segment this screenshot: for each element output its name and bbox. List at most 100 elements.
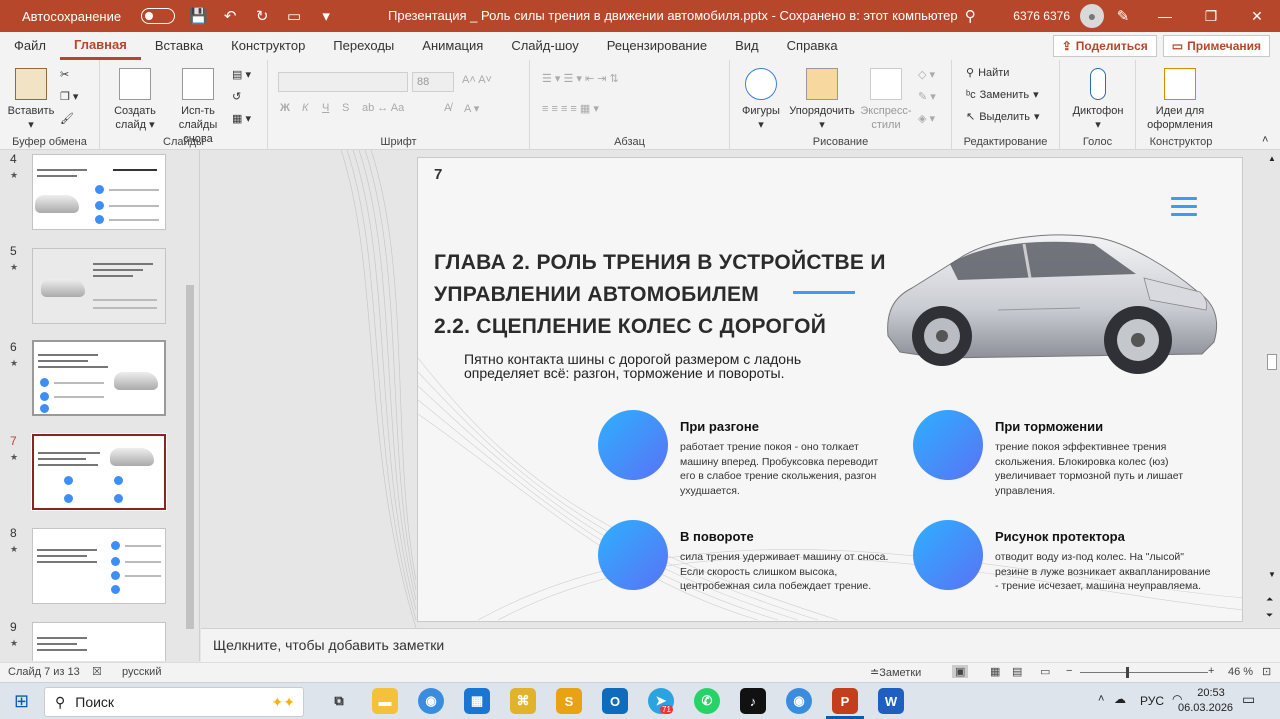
clock-time[interactable]: 20:53 (1188, 687, 1234, 699)
scroll-down-icon[interactable]: ▼ (1268, 570, 1276, 579)
find-button[interactable]: ⚲ Найти (966, 66, 1009, 80)
restore-button[interactable]: ❐ (1188, 0, 1234, 32)
zoom-out-icon[interactable]: − (1066, 665, 1072, 677)
chrome-icon[interactable]: ◉ (418, 688, 444, 714)
editor-scrollbar[interactable]: ▲ ▼ ⏶ ⏷ (1264, 150, 1280, 628)
avatar[interactable]: ● (1080, 4, 1104, 28)
reuse-slides-button[interactable]: Исп-ть слайды снова (166, 68, 230, 146)
tab-animations[interactable]: Анимация (408, 32, 497, 60)
effects-icon[interactable]: ◈ ▾ (918, 112, 935, 125)
font-size-select[interactable]: 88 (412, 72, 454, 92)
comments-button[interactable]: ▭ Примечания (1162, 35, 1270, 57)
tab-view[interactable]: Вид (721, 32, 773, 60)
tab-slideshow[interactable]: Слайд-шоу (497, 32, 592, 60)
clear-format-icon[interactable]: A̸ (444, 102, 451, 114)
fill-icon[interactable]: ◇ ▾ (918, 68, 935, 81)
tab-help[interactable]: Справка (773, 32, 852, 60)
taskbar-search[interactable]: ⚲ Поиск ✦✦ (44, 687, 304, 717)
format-painter-icon[interactable]: 🖌 (60, 112, 74, 125)
slide-thumbnail[interactable] (32, 248, 166, 324)
dictate-button[interactable]: Диктофон ▾ (1068, 68, 1128, 132)
clock-date[interactable]: 06.03.2026 (1178, 702, 1233, 714)
cut-icon[interactable]: ✂ (60, 68, 69, 81)
store-icon[interactable]: ▦ (464, 688, 490, 714)
minimize-button[interactable]: — (1142, 0, 1188, 32)
slide-thumbnail[interactable] (32, 528, 166, 604)
present-icon[interactable]: ▭ (285, 7, 303, 25)
zoom-in-icon[interactable]: + (1208, 665, 1214, 677)
tiktok-icon[interactable]: ♪ (740, 688, 766, 714)
tab-transitions[interactable]: Переходы (319, 32, 408, 60)
slideshow-view-icon[interactable]: ▭ (1040, 665, 1050, 678)
replace-button[interactable]: ᵇc Заменить ▾ (966, 88, 1039, 102)
slide-thumbnail[interactable] (32, 340, 166, 416)
zoom-slider[interactable] (1080, 667, 1208, 678)
word-icon[interactable]: W (878, 688, 904, 714)
spellcheck-icon[interactable]: ☒ (92, 665, 102, 678)
redo-icon[interactable]: ↻ (253, 7, 271, 25)
arrange-button[interactable]: Упорядочить ▾ (786, 68, 858, 132)
layout-icon[interactable]: ▤ ▾ (232, 68, 251, 81)
shapes-button[interactable]: Фигуры ▾ (736, 68, 786, 132)
underline-button[interactable]: Ч (322, 102, 329, 114)
select-button[interactable]: ↖ Выделить ▾ (966, 110, 1040, 124)
notification-icon[interactable]: ▭ (1242, 691, 1255, 708)
sublime-icon[interactable]: S (556, 688, 582, 714)
next-slide-icon[interactable]: ⏷ (1266, 610, 1273, 621)
spacing-icon[interactable]: ab ↔ Aa (362, 102, 404, 114)
customize-chevron-icon[interactable]: ▾ (317, 7, 335, 25)
design-ideas-button[interactable]: Идеи для оформления (1144, 68, 1216, 132)
share-button[interactable]: ⇪ Поделиться (1052, 35, 1157, 57)
font-color-icon[interactable]: A ▾ (464, 102, 479, 115)
align-icon[interactable]: ≡ ≡ ≡ ≡ ▦ ▾ (542, 102, 599, 115)
user-name[interactable]: 6376 6376 (1013, 9, 1070, 23)
fit-slide-icon[interactable]: ⊡ (1262, 665, 1271, 678)
section-icon[interactable]: ▦ ▾ (232, 112, 251, 125)
reset-icon[interactable]: ↺ (232, 90, 241, 103)
undo-icon[interactable]: ↶ (221, 7, 239, 25)
outlook-icon[interactable]: O (602, 688, 628, 714)
search-icon[interactable]: ⚲ (961, 7, 979, 25)
chrome-icon[interactable]: ◉ (786, 688, 812, 714)
tab-review[interactable]: Рецензирование (593, 32, 721, 60)
tab-home[interactable]: Главная (59, 32, 141, 60)
autosave-toggle[interactable] (141, 8, 176, 24)
pen-icon[interactable]: ✎ (1114, 7, 1132, 25)
language-label[interactable]: русский (122, 666, 161, 678)
scroll-up-icon[interactable]: ▲ (1268, 154, 1276, 163)
whatsapp-icon[interactable]: ✆ (694, 688, 720, 714)
input-language[interactable]: РУС (1140, 694, 1164, 708)
scrollbar-thumb[interactable] (1267, 354, 1277, 370)
thumbnails-scrollbar[interactable] (185, 155, 195, 655)
slide-thumbnail-selected[interactable] (31, 433, 167, 511)
scrollbar-thumb[interactable] (186, 285, 194, 629)
paste-button[interactable]: Вставить ▾ (6, 68, 56, 132)
notes-button[interactable]: ≐Заметки (870, 666, 921, 679)
strike-button[interactable]: S (342, 102, 349, 114)
zoom-level[interactable]: 46 % (1228, 666, 1253, 678)
python-icon[interactable]: ⌘ (510, 688, 536, 714)
slide-title[interactable]: ГЛАВА 2. РОЛЬ ТРЕНИЯ В УСТРОЙСТВЕ И УПРА… (434, 247, 886, 343)
powerpoint-icon[interactable]: P (832, 688, 858, 714)
car-image[interactable] (880, 218, 1225, 390)
outline-icon[interactable]: ✎ ▾ (918, 90, 936, 103)
font-family-select[interactable] (278, 72, 408, 92)
tray-chevron-icon[interactable]: ˄ (1098, 693, 1104, 705)
file-explorer-icon[interactable]: ▬ (372, 688, 398, 714)
slide-thumbnail[interactable] (32, 622, 166, 661)
cloud-icon[interactable]: ☁ (1114, 692, 1126, 706)
new-slide-button[interactable]: Создать слайд ▾ (106, 68, 164, 132)
slide-canvas[interactable]: 7 ГЛАВА 2. РОЛЬ ТРЕНИЯ В УСТРОЙСТВЕ И УП… (417, 157, 1243, 622)
zoom-slider-thumb[interactable] (1126, 667, 1129, 678)
normal-view-icon[interactable]: ▣ (952, 665, 969, 678)
intro-text[interactable]: Пятно контакта шины с дорогой размером с… (464, 352, 844, 380)
windows-start-icon[interactable]: ⊞ (14, 691, 29, 712)
close-button[interactable]: ✕ (1234, 0, 1280, 32)
bold-button[interactable]: Ж (280, 102, 290, 114)
reading-view-icon[interactable]: ▤ (1012, 665, 1022, 678)
task-view-icon[interactable]: ⧉ (326, 688, 352, 714)
slide-thumbnail[interactable] (32, 154, 166, 230)
tab-design[interactable]: Конструктор (217, 32, 319, 60)
bullets-icon[interactable]: ☰ ▾ ☰ ▾ ⇤ ⇥ ⇅ (542, 72, 619, 85)
copy-icon[interactable]: ❐ ▾ (60, 90, 78, 103)
